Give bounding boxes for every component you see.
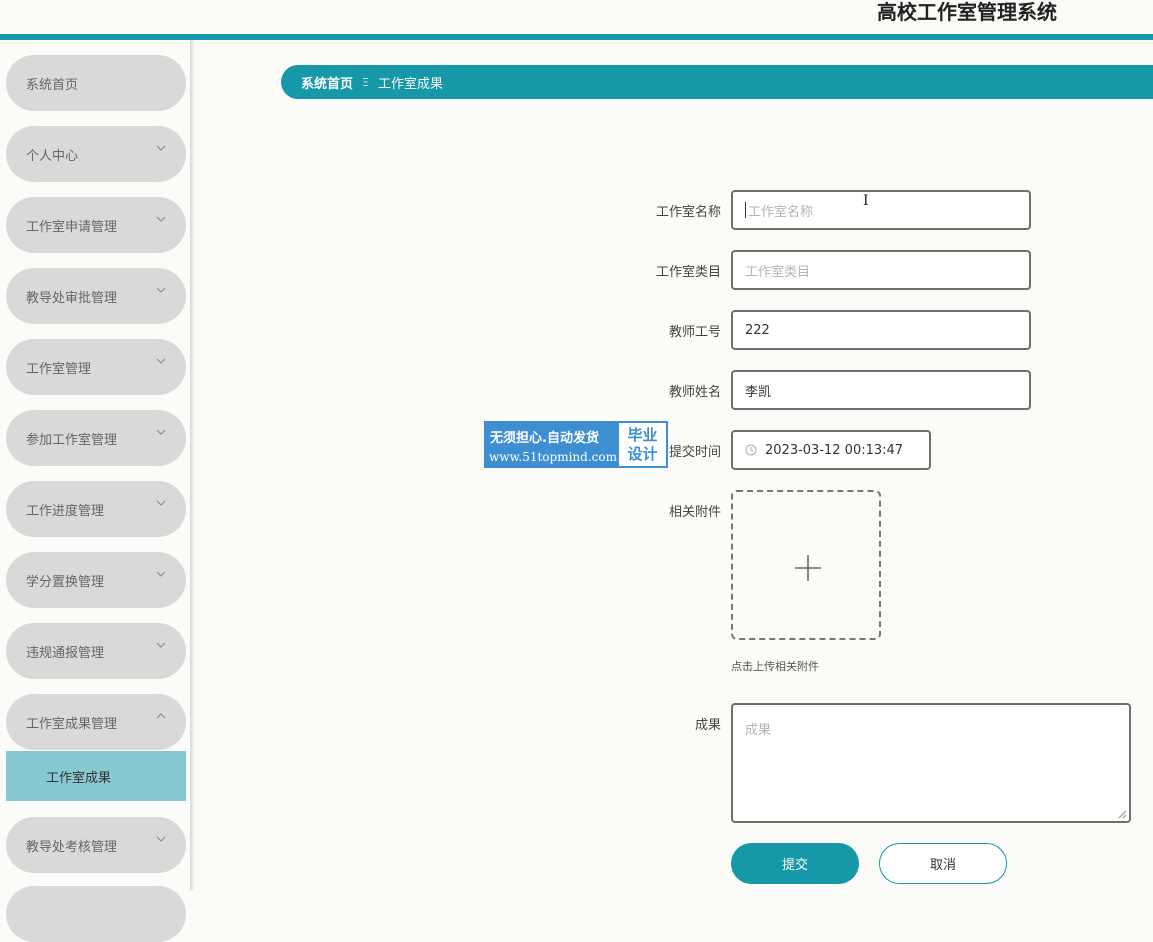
chevron-down-icon: [156, 145, 166, 151]
achievement-label: 成果: [694, 718, 721, 733]
sidebar-item-studio-application[interactable]: 工作室申请管理: [6, 197, 186, 253]
sidebar-subitem-label: 工作室成果: [46, 770, 112, 786]
watermark-url: www.51topmind.com: [489, 450, 617, 464]
teacher-name-label: 教师姓名: [668, 385, 721, 400]
sidebar-item-next[interactable]: [6, 886, 186, 942]
sidebar-item-label: 系统首页: [26, 77, 79, 93]
sidebar-item-label: 学分置换管理: [26, 574, 105, 590]
sidebar-item-dean-assessment[interactable]: 教导处考核管理: [6, 817, 186, 873]
plus-icon: [795, 555, 821, 581]
studio-category-input[interactable]: 工作室类目: [731, 250, 1031, 290]
teacher-id-input[interactable]: 222: [731, 310, 1031, 350]
sidebar-item-label: 工作室申请管理: [26, 219, 118, 235]
teacher-id-label: 教师工号: [668, 325, 721, 340]
chevron-down-icon: [156, 642, 166, 648]
sidebar-item-label: 工作进度管理: [26, 503, 105, 519]
submit-time-value: 2023-03-12 00:13:47: [765, 442, 904, 458]
watermark-badge: 毕业 设计: [619, 423, 666, 466]
text-caret: [745, 202, 746, 218]
sidebar-item-label: 工作室管理: [26, 361, 92, 377]
chevron-down-icon: [156, 216, 166, 222]
chevron-down-icon: [156, 500, 166, 506]
teacher-id-value: 222: [745, 322, 770, 338]
chevron-down-icon: [156, 358, 166, 364]
studio-name-label: 工作室名称: [655, 205, 721, 220]
sidebar-item-personal-center[interactable]: 个人中心: [6, 126, 186, 182]
achievement-placeholder: 成果: [745, 723, 772, 738]
breadcrumb-home[interactable]: 系统首页: [301, 73, 353, 92]
sidebar-item-label: 教导处审批管理: [26, 290, 118, 306]
teacher-name-input[interactable]: 李凯: [731, 370, 1031, 410]
sidebar-item-dean-approval[interactable]: 教导处审批管理: [6, 268, 186, 324]
sidebar-item-label: 违规通报管理: [26, 645, 105, 661]
sidebar-item-achievement-management[interactable]: 工作室成果管理: [6, 694, 186, 750]
chevron-down-icon: [156, 429, 166, 435]
chevron-down-icon: [156, 287, 166, 293]
sidebar-subitem-achievement[interactable]: 工作室成果: [6, 751, 186, 801]
resize-handle-icon[interactable]: [1118, 810, 1127, 819]
sidebar-item-studio-management[interactable]: 工作室管理: [6, 339, 186, 395]
breadcrumb: 系统首页 Ξ 工作室成果: [281, 65, 1153, 99]
chevron-down-icon: [156, 571, 166, 577]
attachment-hint: 点击上传相关附件: [731, 660, 819, 673]
watermark-badge-line2: 设计: [627, 445, 658, 463]
top-header: 高校工作室管理系统: [0, 0, 1153, 34]
studio-name-input[interactable]: 工作室名称: [731, 190, 1031, 230]
studio-category-label: 工作室类目: [655, 265, 721, 280]
watermark-banner: 无须担心.自动发货 www.51topmind.com 毕业 设计: [484, 421, 668, 468]
watermark-text: 无须担心.自动发货: [490, 431, 599, 446]
sidebar-item-label: 教导处考核管理: [26, 839, 118, 855]
studio-name-placeholder: 工作室名称: [748, 204, 814, 220]
submit-time-picker[interactable]: 2023-03-12 00:13:47: [731, 430, 931, 470]
studio-category-placeholder: 工作室类目: [745, 264, 811, 280]
sidebar-item-join-studio[interactable]: 参加工作室管理: [6, 410, 186, 466]
sidebar-divider: [190, 40, 194, 890]
chevron-down-icon: [156, 836, 166, 842]
sidebar-item-label: 个人中心: [26, 148, 79, 164]
text-cursor-icon: I: [863, 193, 869, 209]
watermark-badge-line1: 毕业: [627, 426, 658, 444]
clock-icon: [745, 444, 757, 456]
sidebar-item-label: 工作室成果管理: [26, 716, 118, 732]
sidebar-item-progress[interactable]: 工作进度管理: [6, 481, 186, 537]
submit-button[interactable]: 提交: [731, 843, 859, 884]
sidebar-item-credit-exchange[interactable]: 学分置换管理: [6, 552, 186, 608]
app-title: 高校工作室管理系统: [877, 0, 1057, 24]
sidebar-item-home[interactable]: 系统首页: [6, 55, 186, 111]
achievement-textarea[interactable]: 成果: [731, 703, 1131, 823]
chevron-up-icon: [156, 713, 166, 719]
breadcrumb-current: 工作室成果: [377, 76, 443, 92]
sidebar-item-label: 参加工作室管理: [26, 432, 118, 448]
attachment-label: 相关附件: [668, 505, 721, 520]
cancel-button[interactable]: 取消: [879, 843, 1007, 884]
attachment-upload[interactable]: [731, 490, 881, 640]
teacher-name-value: 李凯: [745, 384, 772, 400]
sidebar-item-violation-report[interactable]: 违规通报管理: [6, 623, 186, 679]
breadcrumb-separator: Ξ: [362, 75, 369, 89]
